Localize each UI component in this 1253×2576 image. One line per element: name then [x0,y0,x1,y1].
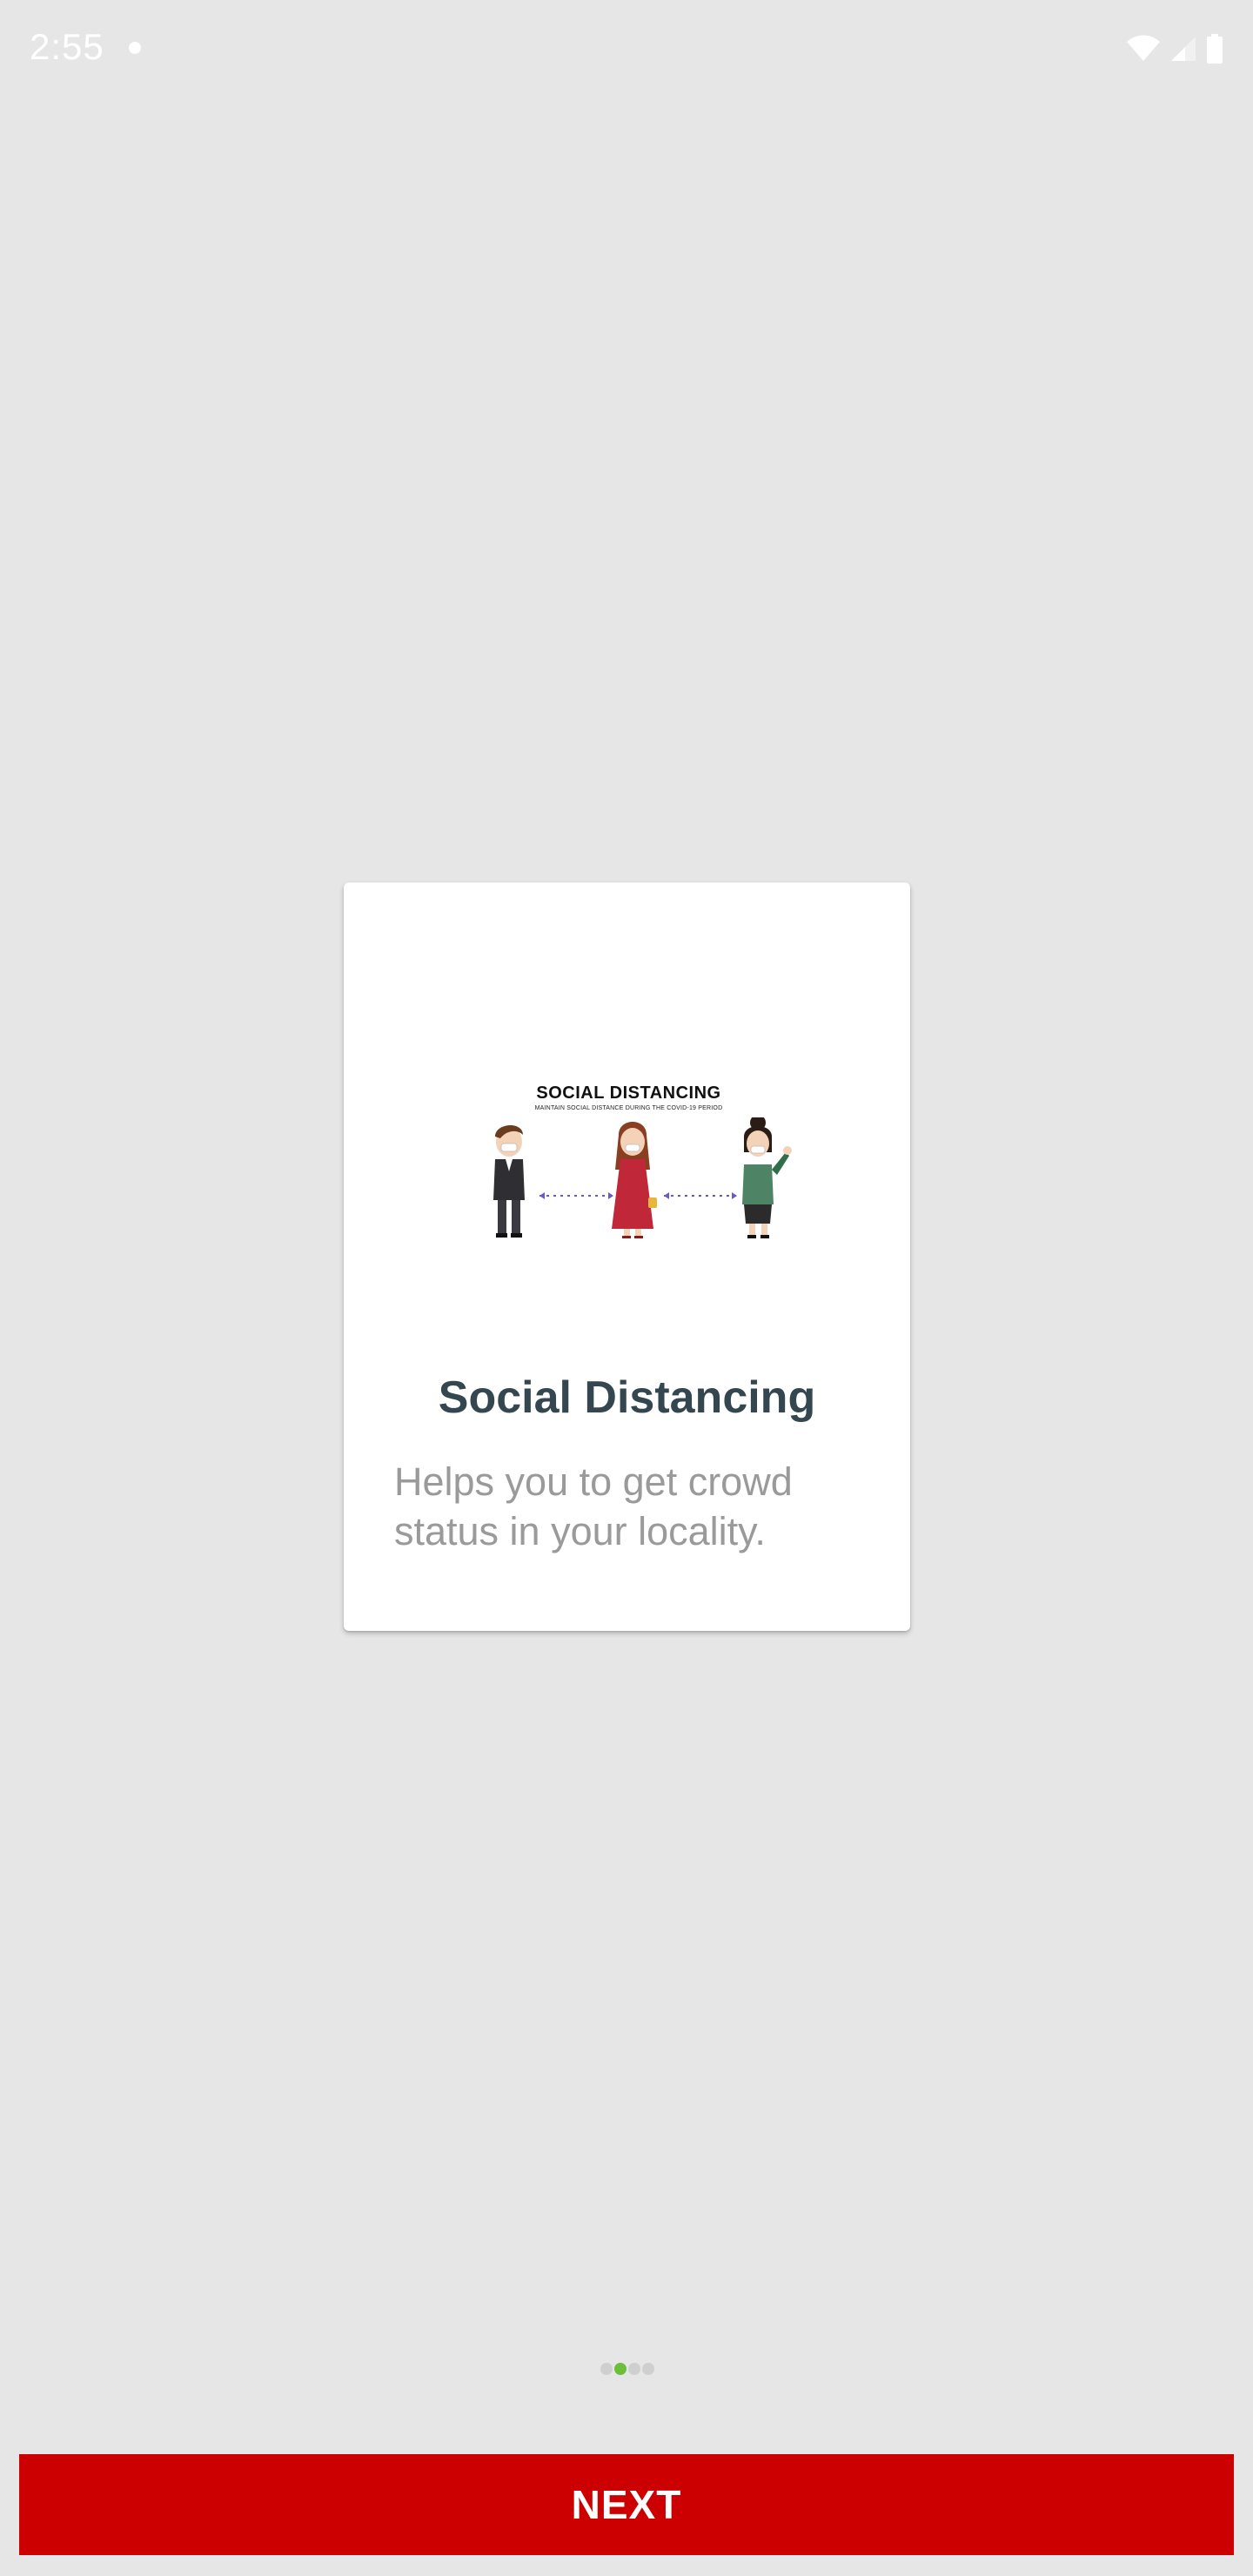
status-time: 2:55 [30,26,104,67]
page-dot-1[interactable] [600,2363,613,2375]
people-figures-icon [493,1117,792,1238]
page-dot-2-active[interactable] [614,2363,626,2375]
status-icons [1126,33,1223,64]
wifi-icon [1127,35,1160,61]
card-title: Social Distancing [438,1372,816,1423]
distance-arrow-icon [539,1192,613,1199]
battery-icon [1207,34,1223,64]
cell-signal-icon [1171,37,1196,61]
person-man-icon [493,1124,525,1238]
distance-arrow-icon [664,1192,737,1199]
person-woman-icon [612,1122,657,1238]
page-dot-3[interactable] [628,2363,640,2375]
social-distancing-illustration: SOCIAL DISTANCING MAINTAIN SOCIAL DISTAN… [457,1022,801,1248]
page-dot-4[interactable] [642,2363,654,2375]
illustration-heading: SOCIAL DISTANCING [536,1083,721,1103]
page-indicator [600,2363,654,2375]
status-bar: 2:55 [0,0,1253,97]
card-description: Helps you to get crowd status in your lo… [394,1459,793,1553]
illustration-subheading: MAINTAIN SOCIAL DISTANCE DURING THE COVI… [534,1105,723,1111]
person-woman-waving-icon [742,1117,792,1238]
notification-dot-icon [129,42,141,54]
next-button[interactable]: NEXT [19,2454,1234,2555]
onboarding-card: SOCIAL DISTANCING MAINTAIN SOCIAL DISTAN… [344,882,910,1631]
